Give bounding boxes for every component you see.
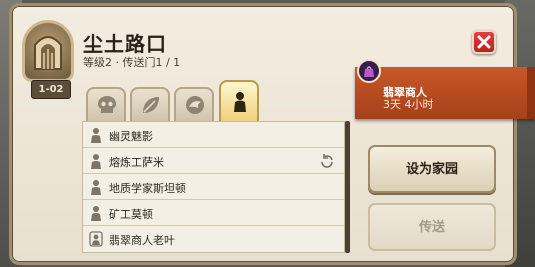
tab-gathering[interactable] <box>130 87 170 121</box>
list-item[interactable]: 地质学家斯坦顿 <box>83 174 344 200</box>
zone-level-badge: 1-02 <box>31 80 71 99</box>
close-button[interactable] <box>472 30 496 54</box>
person-icon <box>91 154 101 169</box>
merchant-time-left: 3天 4小时 <box>383 98 434 111</box>
person-icon <box>91 206 101 221</box>
tab-creatures[interactable] <box>174 87 214 121</box>
banner-arrow <box>527 67 535 119</box>
person-icon <box>91 180 101 195</box>
merchant-banner[interactable] <box>355 67 535 119</box>
npc-list[interactable]: 幽灵魅影 熔炼工萨米 地质学家斯坦顿 矿工莫顿 翡翠商人老叶 <box>82 121 345 253</box>
teleport-button[interactable]: 传送 <box>368 203 496 251</box>
npc-name: 矿工莫顿 <box>109 208 153 221</box>
tab-npcs[interactable] <box>219 80 259 121</box>
list-scrollbar[interactable] <box>345 121 350 253</box>
list-item[interactable]: 矿工莫顿 <box>83 200 344 226</box>
leaf-icon <box>143 97 159 113</box>
dragon-icon <box>186 96 204 114</box>
location-subtitle: 等级2 · 传送门1 / 1 <box>83 56 181 69</box>
skull-icon <box>98 96 116 113</box>
person-icon <box>91 128 101 143</box>
merchant-bag-icon <box>357 59 381 83</box>
npc-name: 翡翠商人老叶 <box>109 234 175 247</box>
tab-monsters[interactable] <box>86 87 126 121</box>
person-icon <box>234 92 246 112</box>
portal-emblem-icon <box>22 20 74 82</box>
list-item[interactable]: 熔炼工萨米 <box>83 148 344 174</box>
close-icon <box>477 35 491 49</box>
location-title: 尘土路口 <box>83 32 167 56</box>
list-item[interactable]: 幽灵魅影 <box>83 122 344 148</box>
refresh-icon <box>321 154 333 168</box>
npc-name: 地质学家斯坦顿 <box>109 182 186 195</box>
list-item[interactable]: 翡翠商人老叶 <box>83 226 344 252</box>
npc-name: 幽灵魅影 <box>109 130 153 143</box>
set-home-button[interactable]: 设为家园 <box>368 145 496 193</box>
merchant-person-icon <box>89 231 103 247</box>
npc-name: 熔炼工萨米 <box>109 156 164 169</box>
